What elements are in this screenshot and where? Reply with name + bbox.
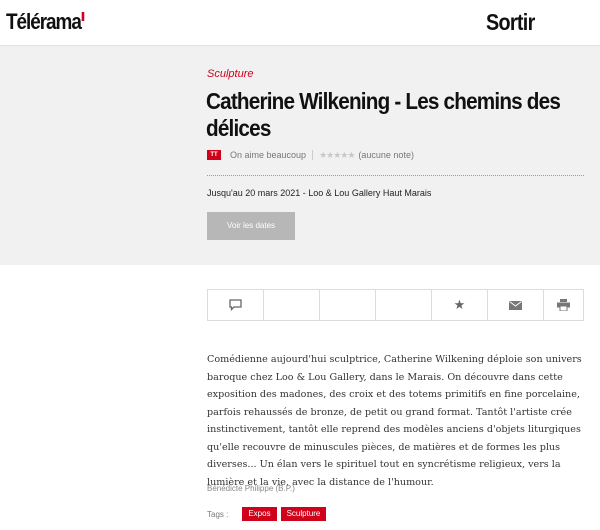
tag-sculpture[interactable]: Sculpture (280, 507, 327, 521)
logo-red-mark (81, 12, 85, 21)
rating-separator (312, 150, 314, 160)
star-icon: ★ (453, 297, 466, 312)
top-bar: Télérama Sortir (0, 0, 600, 46)
tags-label: Tags : (207, 509, 229, 519)
reader-rating-text: (aucune note) (358, 150, 414, 160)
telerama-logo[interactable]: Télérama (6, 9, 85, 35)
tt-rating-icon: TT (207, 150, 221, 160)
section-title[interactable]: Sortir (486, 9, 535, 36)
article-body: Comédienne aujourd'hui sculptrice, Cathe… (207, 354, 582, 488)
category-link[interactable]: Sculpture (207, 68, 253, 80)
printer-icon (557, 299, 570, 311)
article-author: Bénédicte Philippe (B.P.) (207, 484, 295, 493)
envelope-icon (509, 300, 522, 310)
share-slot-1[interactable] (264, 290, 320, 320)
share-action-bar: ★ (207, 289, 584, 321)
logo-text: Télérama (6, 9, 82, 34)
favorite-button[interactable]: ★ (432, 290, 488, 320)
share-slot-2[interactable] (320, 290, 376, 320)
critic-rating-label: On aime beaucoup (230, 150, 307, 160)
page-title-text: Catherine Wilkening - Les chemins des dé… (206, 88, 561, 141)
event-dates-venue: Jusqu'au 20 mars 2021 - Loo & Lou Galler… (207, 188, 432, 198)
print-button[interactable] (544, 290, 583, 320)
page-title: Catherine Wilkening - Les chemins des dé… (206, 88, 561, 142)
share-slot-3[interactable] (376, 290, 432, 320)
comment-icon (229, 299, 242, 311)
rating-row: TT On aime beaucoup ★★★★★ (aucune note) (207, 149, 414, 161)
email-button[interactable] (488, 290, 544, 320)
comment-button[interactable] (208, 290, 264, 320)
see-dates-button[interactable]: Voir les dates (207, 212, 295, 240)
dotted-divider (207, 175, 584, 176)
tags-row: Tags : Expos Sculpture (207, 507, 330, 521)
tag-expos[interactable]: Expos (242, 507, 277, 521)
reader-rating-stars[interactable]: ★★★★★ (319, 150, 355, 161)
